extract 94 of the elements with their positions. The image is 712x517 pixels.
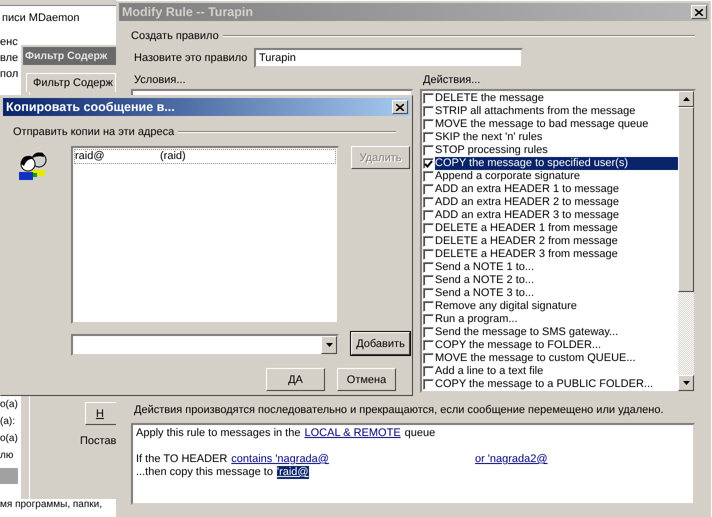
label-text: Постав: [80, 435, 116, 447]
checkbox[interactable]: [423, 314, 434, 325]
section-label: Действия...: [422, 74, 482, 88]
action-item[interactable]: STOP processing rules: [435, 144, 550, 157]
action-item[interactable]: DELETE the message: [435, 92, 546, 105]
action-item[interactable]: Run a program...: [435, 313, 520, 326]
checkbox[interactable]: [423, 145, 434, 156]
checkbox[interactable]: [423, 119, 434, 130]
action-item[interactable]: Send the message to SMS gateway...: [435, 326, 620, 339]
cancel-button[interactable]: Отмена: [337, 368, 396, 391]
action-item[interactable]: MOVE the message to custom QUEUE...: [435, 352, 638, 365]
info-text: Действия производятся последовательно и прекращаются, если сообщение перемещено или удалено.: [133, 404, 665, 416]
label-text: пол: [0, 67, 18, 82]
close-button[interactable]: [392, 100, 408, 114]
checkbox[interactable]: [423, 353, 434, 364]
label-text: о(а): [0, 398, 18, 412]
action-item[interactable]: COPY the message to a PUBLIC FOLDER...: [435, 378, 656, 391]
close-icon: [396, 104, 404, 110]
action-item[interactable]: Send a NOTE 3 to...: [435, 287, 536, 300]
action-item[interactable]: DELETE a HEADER 1 from message: [435, 222, 620, 235]
field-label: Назовите это правило: [134, 52, 248, 64]
label-text: вле: [0, 51, 18, 66]
label-text: (а):: [0, 415, 16, 429]
action-item[interactable]: Append a corporate signature: [435, 170, 582, 183]
action-item[interactable]: SKIP the next 'n' rules: [435, 131, 544, 144]
checkbox[interactable]: [423, 262, 434, 273]
window-title: Modify Rule -- Turapin: [122, 5, 254, 19]
checkbox[interactable]: [423, 171, 434, 182]
label-text: енс: [0, 35, 18, 50]
scroll-down-button[interactable]: [678, 375, 694, 391]
checkbox[interactable]: [423, 366, 434, 377]
close-button[interactable]: [691, 5, 707, 19]
dropdown-button[interactable]: [321, 336, 337, 354]
label-text: мя программы, папки,: [0, 498, 102, 511]
checkbox[interactable]: [423, 288, 434, 299]
label-text: о(а): [0, 432, 18, 446]
scroll-up-button[interactable]: [678, 91, 694, 107]
checkbox[interactable]: [423, 379, 434, 390]
checkbox[interactable]: [423, 327, 434, 338]
rule-name-field[interactable]: Turapin: [254, 48, 523, 68]
action-item[interactable]: ADD an extra HEADER 3 to message: [435, 209, 622, 222]
action-item[interactable]: ADD an extra HEADER 2 to message: [435, 196, 622, 209]
checkbox[interactable]: [423, 275, 434, 286]
action-item[interactable]: Send a NOTE 2 to...: [435, 274, 536, 287]
action-item[interactable]: Send a NOTE 1 to...: [435, 261, 536, 274]
group-label: Отправить копии на эти адреса: [13, 126, 174, 138]
ok-button[interactable]: ДА: [266, 368, 325, 391]
checkbox[interactable]: [423, 197, 434, 208]
action-item[interactable]: Add a line to a text file: [435, 365, 546, 378]
checkbox[interactable]: [423, 223, 434, 234]
checkbox[interactable]: [423, 132, 434, 143]
list-text: писи MDaemon: [1, 12, 80, 24]
description-text: ...then copy this message to: [136, 466, 273, 479]
action-item[interactable]: DELETE a HEADER 2 from message: [435, 235, 620, 248]
description-text: queue: [404, 427, 436, 440]
people-icon: [17, 150, 49, 180]
checkbox[interactable]: [423, 106, 434, 117]
checkbox[interactable]: [423, 340, 434, 351]
action-item[interactable]: STRIP all attachments from the message: [435, 105, 638, 118]
add-button[interactable]: Добавить: [351, 332, 410, 355]
action-item[interactable]: Remove any digital signature: [435, 300, 579, 313]
window-title: Фильтр Содерж: [23, 47, 117, 65]
close-icon: [695, 8, 703, 16]
status-bar: [0, 468, 18, 484]
checkbox[interactable]: [423, 210, 434, 221]
action-item[interactable]: COPY the message to specified user(s): [435, 157, 678, 170]
address-combo-box[interactable]: [71, 334, 339, 356]
checkbox[interactable]: [423, 236, 434, 247]
rule-link[interactable]: or 'nagrada2@: [474, 453, 548, 466]
checkbox[interactable]: [423, 93, 434, 104]
checkbox[interactable]: [423, 249, 434, 260]
scrollbar[interactable]: [678, 91, 694, 391]
rule-link[interactable]: LOCAL & REMOTE: [304, 427, 401, 440]
label-text: лю: [0, 449, 14, 463]
description-text: If the TO HEADER: [136, 453, 228, 466]
action-item[interactable]: ADD an extra HEADER 1 to message: [435, 183, 622, 196]
rule-link[interactable]: contains 'nagrada@: [231, 453, 329, 466]
description-text: Apply this rule to messages in the: [136, 427, 300, 440]
action-item[interactable]: MOVE the message to bad message queue: [435, 118, 650, 131]
section-label: Условия...: [133, 74, 187, 88]
up-arrow-icon: [682, 97, 690, 101]
checkbox[interactable]: [423, 301, 434, 312]
rule-link[interactable]: 'raid@: [276, 466, 309, 479]
checkbox[interactable]: [423, 158, 434, 169]
checkbox[interactable]: [423, 184, 434, 195]
scroll-thumb[interactable]: [678, 107, 694, 292]
window-title: Копировать сообщение в...: [6, 100, 175, 114]
action-item[interactable]: COPY the message to FOLDER...: [435, 339, 604, 352]
tab[interactable]: Фильтр Содерж: [26, 73, 116, 92]
group-label: Создать правило: [131, 30, 219, 42]
recipient-item[interactable]: raid@ (raid): [74, 149, 336, 164]
action-item[interactable]: DELETE a HEADER 3 from message: [435, 248, 620, 261]
down-arrow-icon: [682, 381, 690, 385]
down-arrow-icon: [326, 343, 332, 347]
